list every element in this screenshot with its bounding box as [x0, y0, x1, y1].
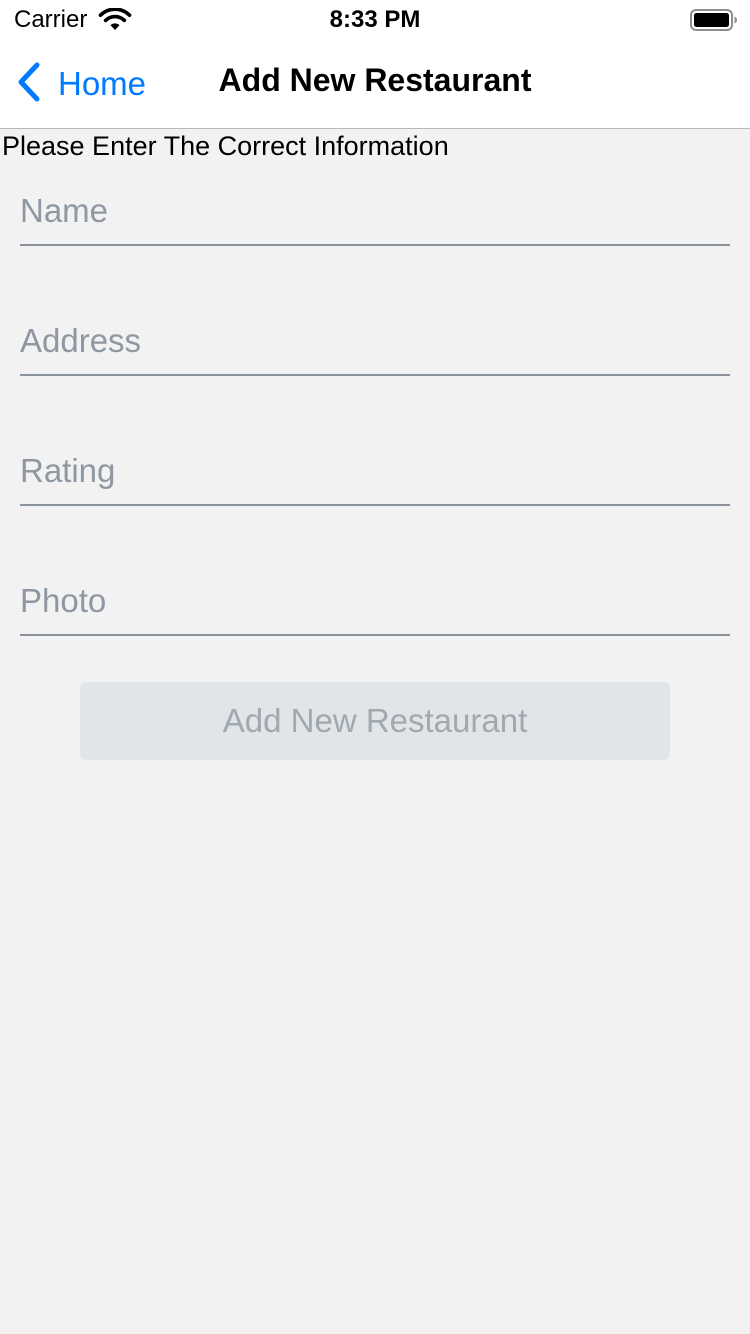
- address-field: [20, 314, 730, 376]
- navigation-bar: Home Add New Restaurant: [0, 40, 750, 129]
- add-restaurant-button[interactable]: Add New Restaurant: [80, 682, 670, 760]
- rating-field: [20, 444, 730, 506]
- battery-icon: [690, 9, 738, 31]
- photo-input[interactable]: [20, 582, 730, 620]
- rating-input[interactable]: [20, 452, 730, 490]
- photo-field: [20, 574, 730, 636]
- clock-time: 8:33 PM: [329, 6, 421, 33]
- name-input[interactable]: [20, 192, 730, 230]
- status-bar: Carrier 8:33 PM: [0, 0, 750, 40]
- name-field: [20, 184, 730, 246]
- form-instructions: Please Enter The Correct Information: [2, 131, 449, 161]
- page-title: Add New Restaurant: [218, 62, 532, 98]
- address-input[interactable]: [20, 322, 730, 360]
